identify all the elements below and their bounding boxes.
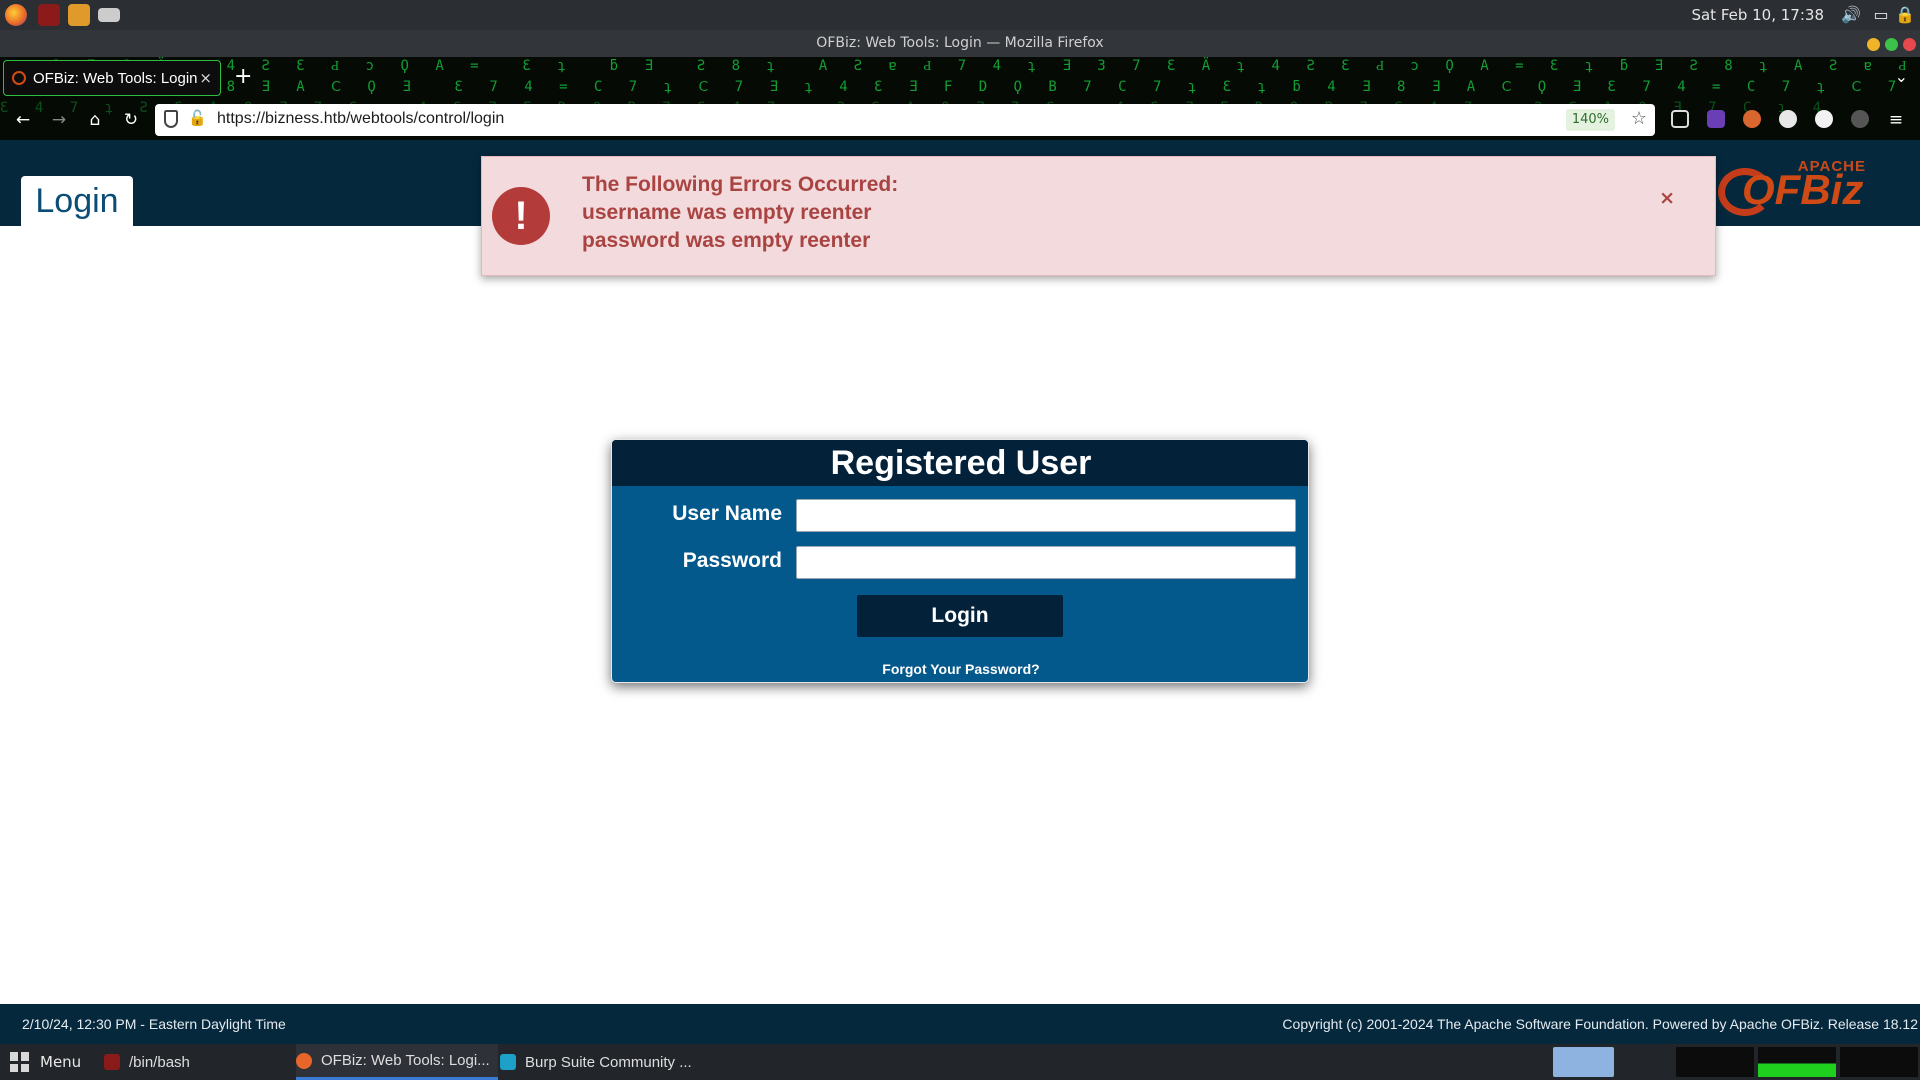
ofbiz-footer: 2/10/24, 12:30 PM - Eastern Daylight Tim… <box>0 1004 1920 1044</box>
sublime-launcher-icon[interactable] <box>68 4 90 26</box>
terminal-icon <box>104 1054 120 1070</box>
volume-icon[interactable]: 🔊 <box>1840 5 1862 25</box>
tab-strip: 3 7 Ɛ Ä ʇ 4 Ƨ Ɛ Ԁ ɔ Ϙ A = Ɛ ʇ ƃ Ǝ Ƨ 8 ʇ … <box>0 57 1920 100</box>
hamburger-menu-icon[interactable]: ≡ <box>1885 109 1907 131</box>
task-label: /bin/bash <box>129 1053 190 1071</box>
page-title-tab: Login <box>21 176 133 226</box>
reload-icon[interactable]: ↻ <box>120 109 142 131</box>
url-bar[interactable]: 🔓 https://bizness.htb/webtools/control/l… <box>155 104 1655 136</box>
new-tab-button[interactable]: + <box>234 64 252 89</box>
extension-cloud-icon[interactable] <box>1815 110 1833 128</box>
display-icon[interactable]: ▭ <box>1870 5 1892 25</box>
tracking-shield-icon[interactable] <box>164 110 178 128</box>
task-label: OFBiz: Web Tools: Logi... <box>321 1052 490 1069</box>
navigation-bar: Ɛ 4 7 ʇ Ƨ Ɛ A Ϙ Ǝ 7 C ʇ 4 Ɛ Ǝ F D Ϙ B 7 … <box>0 100 1920 140</box>
username-label: User Name <box>672 502 782 525</box>
error-message: password was empty reenter <box>582 229 871 252</box>
forward-arrow-icon[interactable]: → <box>48 109 70 131</box>
start-menu-button[interactable]: Menu <box>10 1044 81 1080</box>
tab-list-chevron-icon[interactable]: ⌄ <box>1895 67 1908 86</box>
ofbiz-logo[interactable]: APACHE OFBiz <box>1712 154 1882 218</box>
cpu-monitor <box>1676 1047 1754 1077</box>
task-burp[interactable]: Burp Suite Community ... <box>500 1044 692 1080</box>
terminal-launcher-icon[interactable] <box>38 4 60 26</box>
back-arrow-icon[interactable]: ← <box>12 109 34 131</box>
home-icon[interactable]: ⌂ <box>84 109 106 131</box>
footer-copyright[interactable]: Copyright (c) 2001-2024 The Apache Softw… <box>1282 1016 1918 1032</box>
tab-close-button[interactable]: × <box>199 69 212 87</box>
burp-icon <box>500 1054 516 1070</box>
ofbiz-favicon-icon <box>12 71 26 85</box>
window-titlebar[interactable]: OFBiz: Web Tools: Login — Mozilla Firefo… <box>0 30 1920 57</box>
menu-grid-icon <box>10 1052 30 1072</box>
extension-s-icon[interactable] <box>1779 110 1797 128</box>
login-panel: Registered User User Name Password Login… <box>611 439 1309 683</box>
connection-lock-icon[interactable]: 🔓 <box>188 109 207 127</box>
login-heading: Registered User <box>830 444 1092 482</box>
menu-label: Menu <box>40 1053 82 1071</box>
zoom-indicator[interactable]: 140% <box>1565 109 1615 131</box>
extension-foxy-icon[interactable] <box>1851 110 1869 128</box>
minimize-button[interactable] <box>1867 38 1880 51</box>
task-terminal[interactable]: /bin/bash <box>104 1044 190 1080</box>
error-message-box: ! The Following Errors Occurred: usernam… <box>481 156 1716 276</box>
login-panel-header: Registered User <box>612 440 1308 486</box>
error-message: username was empty reenter <box>582 201 872 224</box>
password-input[interactable] <box>796 546 1296 579</box>
firefox-icon <box>296 1052 312 1069</box>
os-top-panel: Sat Feb 10, 17:38 🔊 ▭ 🔒 <box>0 0 1920 30</box>
error-close-button[interactable]: × <box>1659 187 1675 209</box>
tab-ofbiz-login[interactable]: OFBiz: Web Tools: Login × <box>3 60 221 96</box>
extension-purple-icon[interactable] <box>1707 110 1725 128</box>
os-taskbar: Menu /bin/bash OFBiz: Web Tools: Logi...… <box>0 1044 1920 1080</box>
task-label: Burp Suite Community ... <box>525 1053 692 1071</box>
login-button[interactable]: Login <box>857 595 1063 637</box>
username-input[interactable] <box>796 499 1296 532</box>
matrix-background: Ɛ ʇ ƃ 4 Ǝ 8 Ǝ A Ⅽ Ϙ Ǝ Ɛ 7 4 = C 7 ʇ Ⅽ 7 … <box>0 79 1920 95</box>
firefox-launcher-icon[interactable] <box>5 4 27 26</box>
url-text[interactable]: https://bizness.htb/webtools/control/log… <box>217 110 504 128</box>
tab-title: OFBiz: Web Tools: Login <box>33 69 198 87</box>
bookmark-star-icon[interactable]: ☆ <box>1631 108 1647 129</box>
footer-date: 2/10/24, 12:30 PM - Eastern Daylight Tim… <box>22 1016 286 1032</box>
close-window-button[interactable] <box>1903 38 1916 51</box>
workspace-switcher[interactable] <box>1553 1047 1614 1077</box>
logo-ofbiz-text: OFBiz <box>1742 166 1864 213</box>
page-title: Login <box>35 182 119 220</box>
forgot-password-link[interactable]: Forgot Your Password? <box>612 661 1308 677</box>
task-firefox[interactable]: OFBiz: Web Tools: Logi... <box>296 1044 498 1080</box>
maximize-button[interactable] <box>1885 38 1898 51</box>
lock-icon[interactable]: 🔒 <box>1894 5 1916 25</box>
burp-launcher-icon[interactable] <box>98 8 120 22</box>
extensions-puzzle-icon[interactable] <box>1671 110 1689 128</box>
extension-cookie-icon[interactable] <box>1743 110 1761 128</box>
network-monitor <box>1840 1047 1918 1077</box>
error-exclamation-icon: ! <box>492 187 550 245</box>
window-title: OFBiz: Web Tools: Login — Mozilla Firefo… <box>816 35 1104 51</box>
error-title: The Following Errors Occurred: <box>582 173 899 196</box>
memory-monitor <box>1758 1047 1836 1077</box>
system-clock[interactable]: Sat Feb 10, 17:38 <box>1691 6 1824 24</box>
matrix-background: 3 7 Ɛ Ä ʇ 4 Ƨ Ɛ Ԁ ɔ Ϙ A = Ɛ ʇ ƃ Ǝ Ƨ 8 ʇ … <box>0 58 1920 74</box>
password-label: Password <box>682 549 782 572</box>
